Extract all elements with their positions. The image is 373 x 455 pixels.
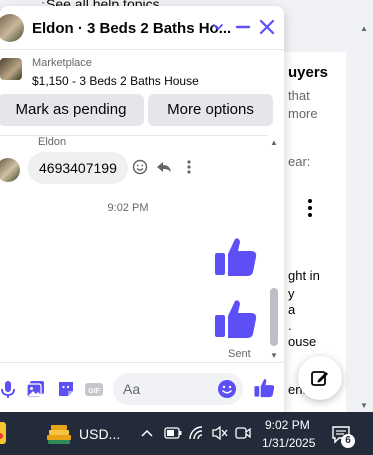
wifi-icon[interactable]	[188, 425, 206, 441]
new-message-button[interactable]	[298, 356, 342, 400]
notification-count-badge: 6	[341, 434, 355, 448]
bg-text-7: .	[288, 318, 292, 333]
svg-text:GIF: GIF	[88, 388, 100, 395]
sender-name: Eldon	[38, 136, 67, 148]
bg-text-3: ear:	[288, 154, 311, 169]
meet-now-icon[interactable]	[234, 425, 252, 441]
chevron-down-icon[interactable]	[207, 16, 229, 38]
chevron-up-icon[interactable]	[140, 428, 154, 438]
taskbar: USD... 9:02 PM 1/31/2025 6	[0, 412, 373, 455]
bg-text-6: a	[288, 302, 296, 317]
more-options-button[interactable]: More options	[148, 94, 273, 126]
mark-as-pending-button[interactable]: Mark as pending	[0, 94, 144, 126]
clock-time[interactable]: 9:02 PM	[265, 418, 310, 432]
scroll-up-arrow-icon[interactable]: ▲	[270, 138, 278, 147]
scroll-down-arrow-icon[interactable]: ▼	[270, 351, 278, 360]
message-timestamp: 9:02 PM	[107, 202, 149, 214]
bg-text-1: that	[288, 88, 310, 103]
sticker-icon[interactable]	[56, 379, 76, 399]
stock-chart-icon[interactable]	[45, 422, 73, 446]
message-input[interactable]: Aa	[113, 373, 243, 405]
bg-text-4: ght in	[288, 268, 320, 283]
gif-icon[interactable]: GIF	[84, 379, 104, 399]
chat-header: Eldon · 3 Beds 2 Baths Ho...	[0, 6, 284, 50]
compose-icon	[311, 371, 328, 386]
listing-thumbnail	[0, 58, 22, 80]
bg-text-2: more	[288, 106, 318, 121]
message-input-placeholder: Aa	[123, 381, 141, 397]
photo-icon[interactable]	[26, 379, 46, 399]
thumbs-up-icon[interactable]	[214, 234, 260, 280]
avatar[interactable]	[0, 158, 20, 182]
battery-icon[interactable]	[164, 426, 182, 440]
listing-label: Marketplace	[32, 57, 92, 69]
app-icon[interactable]	[0, 420, 8, 446]
thumbs-up-send-icon[interactable]	[254, 377, 276, 399]
bg-heading: uyers	[288, 64, 329, 81]
scroll-up-arrow-icon[interactable]: ▲	[360, 24, 368, 33]
message-bubble[interactable]: 4693407199	[28, 152, 128, 184]
minimize-icon[interactable]	[232, 16, 254, 38]
message-composer: GIF Aa	[0, 362, 284, 412]
thumbs-up-icon[interactable]	[214, 296, 260, 342]
bg-text-8: ouse	[288, 334, 317, 349]
stock-ticker-label[interactable]: USD...	[79, 426, 120, 442]
page-scrollbar[interactable]: ▲ ▼	[354, 24, 373, 412]
react-emoji-icon[interactable]	[131, 158, 149, 176]
marketplace-listing[interactable]: Marketplace $1,150 - 3 Beds 2 Baths Hous…	[0, 52, 284, 94]
bg-text-5: y	[288, 286, 295, 301]
scroll-down-arrow-icon[interactable]: ▼	[360, 401, 368, 410]
emoji-icon[interactable]	[217, 379, 237, 399]
reply-icon[interactable]	[155, 158, 173, 176]
chat-scrollbar[interactable]: ▲ ▼	[268, 138, 280, 360]
scrollbar-thumb[interactable]	[270, 288, 278, 346]
chat-window: Eldon · 3 Beds 2 Baths Ho... Marketplace…	[0, 6, 284, 412]
chat-title[interactable]: Eldon · 3 Beds 2 Baths Ho...	[32, 20, 231, 37]
listing-avatar[interactable]	[0, 14, 24, 42]
microphone-icon[interactable]	[0, 379, 18, 399]
sent-status: Sent	[228, 348, 251, 360]
volume-muted-icon[interactable]	[211, 425, 229, 441]
listing-title: $1,150 - 3 Beds 2 Baths House	[32, 74, 199, 88]
clock-date[interactable]: 1/31/2025	[262, 436, 315, 450]
more-vert-icon[interactable]	[180, 158, 198, 176]
close-icon[interactable]	[256, 16, 278, 38]
more-vert-icon[interactable]	[306, 198, 314, 218]
